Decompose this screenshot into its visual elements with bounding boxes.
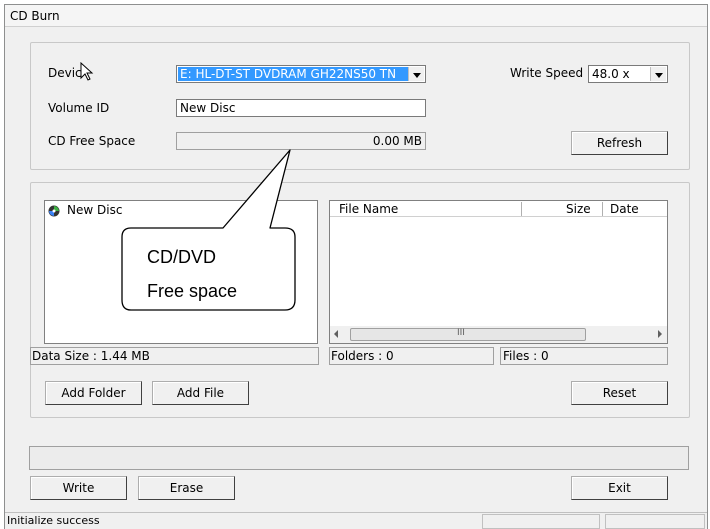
callout-bubble — [121, 149, 296, 311]
callout-line-2: Free space — [147, 281, 238, 301]
callout-line-1: CD/DVD — [147, 247, 217, 267]
